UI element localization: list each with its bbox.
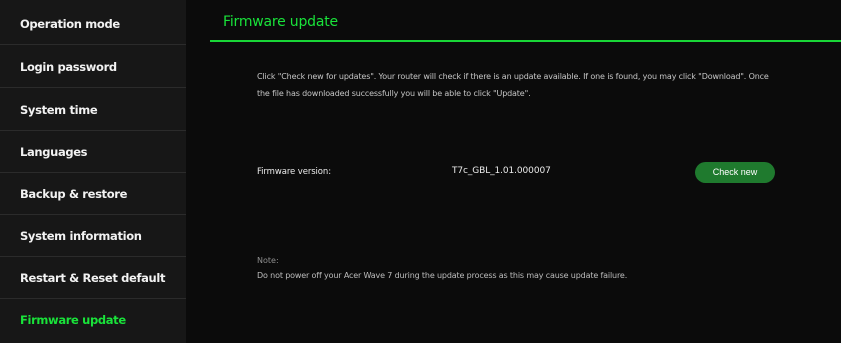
sidebar-item-login-password[interactable]: Login password (0, 47, 186, 88)
sidebar-item-system-time[interactable]: System time (0, 90, 186, 131)
page-title: Firmware update (223, 14, 338, 30)
update-instructions: Click "Check new for updates". Your rout… (257, 68, 845, 102)
sidebar-item-operation-mode[interactable]: Operation mode (0, 4, 186, 45)
firmware-update-panel: Firmware update Click "Check new for upd… (186, 0, 841, 343)
instructions-line-2: the file has downloaded successfully you… (257, 89, 531, 98)
sidebar-item-restart-reset[interactable]: Restart & Reset default (0, 258, 186, 299)
instructions-line-1: Click "Check new for updates". Your rout… (257, 72, 769, 81)
title-divider (210, 40, 841, 42)
note-label: Note: (257, 256, 279, 265)
firmware-version-label: Firmware version: (257, 167, 331, 177)
settings-sidebar: Operation mode Login password System tim… (0, 0, 186, 343)
sidebar-item-languages[interactable]: Languages (0, 132, 186, 173)
firmware-version-value: T7c_GBL_1.01.000007 (452, 166, 551, 176)
sidebar-item-firmware-update[interactable]: Firmware update (0, 300, 186, 341)
check-new-button[interactable]: Check new (695, 162, 775, 183)
router-settings-window: Operation mode Login password System tim… (0, 0, 841, 343)
sidebar-item-system-information[interactable]: System information (0, 216, 186, 257)
note-text: Do not power off your Acer Wave 7 during… (257, 271, 628, 280)
sidebar-item-backup-restore[interactable]: Backup & restore (0, 174, 186, 215)
